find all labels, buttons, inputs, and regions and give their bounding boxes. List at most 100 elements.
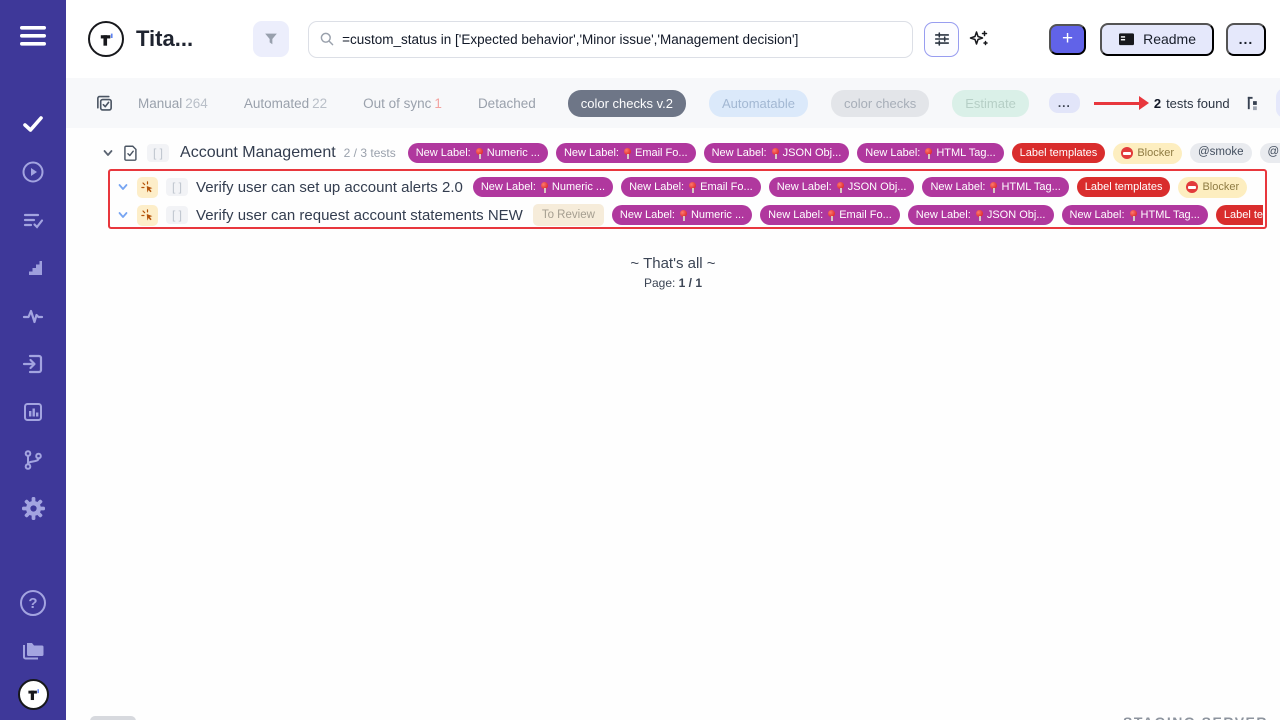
status-badge[interactable]: To Review	[533, 204, 604, 226]
chart-icon[interactable]	[13, 392, 53, 432]
label-badge[interactable]: Label templates	[1077, 177, 1171, 197]
search-icon	[319, 31, 335, 47]
ai-sparkles-button[interactable]	[964, 22, 994, 57]
page-indicator: Page: 1 / 1	[66, 276, 1280, 290]
label-badge[interactable]: New Label:HTML Tag...	[857, 143, 1003, 163]
chevron-down-icon[interactable]	[102, 147, 114, 159]
tag-badge[interactable]: @localisation	[1260, 143, 1280, 164]
label-badge[interactable]: New Label:HTML Tag...	[922, 177, 1068, 197]
test-list: [ ] Account Management 2 / 3 tests New L…	[66, 128, 1280, 720]
suite-meta: 2 / 3 tests	[344, 146, 396, 160]
pin-icon	[827, 210, 835, 221]
interactive-test-icon	[137, 177, 158, 198]
label-badge[interactable]: Blocker	[1113, 143, 1182, 164]
tab-manual[interactable]: Manual264	[138, 96, 208, 111]
suite-title[interactable]: Account Management	[180, 144, 336, 162]
help-icon[interactable]: ?	[13, 583, 53, 623]
tab-automated[interactable]: Automated22	[244, 96, 327, 111]
pin-icon	[924, 148, 932, 159]
results-count: 2tests found	[1154, 96, 1230, 111]
book-icon	[1118, 32, 1135, 47]
label-badge[interactable]: New Label:HTML Tag...	[1062, 205, 1208, 225]
label-badge[interactable]: New Label:Email Fo...	[556, 143, 696, 163]
thats-all-text: ~ That's all ~	[66, 255, 1280, 272]
test-row[interactable]: [ ] Verify user can set up account alert…	[117, 174, 1263, 200]
download-button[interactable]	[1276, 88, 1280, 118]
sliders-icon	[933, 30, 951, 48]
pin-icon	[623, 148, 631, 159]
chip-color-checks[interactable]: color checks	[831, 90, 929, 117]
horizontal-scrollbar-thumb[interactable]	[90, 716, 136, 720]
hamburger-icon[interactable]	[13, 16, 53, 56]
pin-icon	[540, 182, 548, 193]
play-circle-icon[interactable]	[13, 152, 53, 192]
sidebar-bottom: ?	[13, 583, 53, 710]
test-title[interactable]: Verify user can set up account alerts 2.…	[196, 179, 463, 196]
view-tabs: Manual264 Automated22 Out of sync1 Detac…	[138, 96, 536, 111]
highlight-annotation-box: [ ] Verify user can set up account alert…	[108, 169, 1267, 229]
tests-check-icon[interactable]	[13, 104, 53, 144]
no-entry-icon	[1121, 147, 1133, 159]
sidebar: ?	[0, 0, 66, 720]
filter-button[interactable]	[253, 21, 289, 57]
tab-detached[interactable]: Detached	[478, 96, 536, 111]
interactive-test-icon	[137, 205, 158, 226]
label-badge[interactable]: New Label:JSON Obj...	[769, 177, 915, 197]
pin-icon	[836, 182, 844, 193]
logo-icon[interactable]	[18, 679, 49, 710]
topbar: Tita... + Readme	[66, 0, 1280, 78]
branch-icon[interactable]	[13, 440, 53, 480]
label-badge[interactable]: New Label:JSON Obj...	[908, 205, 1054, 225]
staging-watermark: STAGING SERVER	[1123, 714, 1268, 720]
pin-icon	[475, 148, 483, 159]
label-badge[interactable]: New Label:JSON Obj...	[704, 143, 850, 163]
pin-icon	[989, 182, 997, 193]
label-badge[interactable]: Label templates	[1216, 205, 1263, 225]
app-window: ? Tita...	[0, 0, 1280, 720]
label-badge[interactable]: New Label:Email Fo...	[621, 177, 761, 197]
stairs-icon[interactable]	[13, 248, 53, 288]
label-badge[interactable]: Label templates	[1012, 143, 1106, 163]
header-more-button[interactable]: ...	[1226, 23, 1266, 56]
test-title[interactable]: Verify user can request account statemen…	[196, 207, 523, 224]
folder-icon[interactable]	[13, 631, 53, 671]
funnel-icon	[262, 30, 280, 48]
pin-icon	[771, 148, 779, 159]
search-input[interactable]	[342, 32, 902, 47]
search-box	[308, 21, 913, 58]
list-check-icon[interactable]	[13, 200, 53, 240]
label-badge[interactable]: New Label:Email Fo...	[760, 205, 900, 225]
label-badge[interactable]: Blocker	[1178, 177, 1247, 198]
advanced-filter-button[interactable]	[924, 22, 959, 57]
tab-out-of-sync[interactable]: Out of sync1	[363, 96, 442, 111]
label-badge[interactable]: New Label:Numeric ...	[612, 205, 752, 225]
pin-icon	[688, 182, 696, 193]
filter-chips: color checks v.2 Automatable color check…	[568, 90, 1029, 117]
filter-bar: Manual264 Automated22 Out of sync1 Detac…	[66, 78, 1280, 128]
pin-icon	[679, 210, 687, 221]
chip-estimate[interactable]: Estimate	[952, 90, 1029, 117]
label-badge[interactable]: New Label:Numeric ...	[408, 143, 548, 163]
chips-more-button[interactable]: ...	[1049, 93, 1080, 113]
test-marker: [ ]	[166, 178, 188, 196]
tag-badge[interactable]: @smoke	[1190, 143, 1252, 164]
select-all-icon[interactable]	[95, 94, 114, 113]
readme-button[interactable]: Readme	[1100, 23, 1214, 56]
activity-icon[interactable]	[13, 296, 53, 336]
add-button[interactable]: +	[1049, 24, 1086, 55]
import-icon[interactable]	[13, 344, 53, 384]
test-row[interactable]: [ ] Verify user can request account stat…	[117, 202, 1263, 228]
end-of-list-note: ~ That's all ~ Page: 1 / 1	[66, 255, 1280, 290]
test-marker: [ ]	[166, 206, 188, 224]
app-logo-icon[interactable]	[88, 21, 124, 57]
pin-icon	[1129, 210, 1137, 221]
chip-automatable[interactable]: Automatable	[709, 90, 808, 117]
sparkles-icon	[968, 28, 990, 50]
label-badge[interactable]: New Label:Numeric ...	[473, 177, 613, 197]
suite-row[interactable]: [ ] Account Management 2 / 3 tests New L…	[102, 139, 1280, 167]
chevron-down-icon[interactable]	[117, 209, 129, 221]
tree-view-icon[interactable]	[1242, 91, 1266, 115]
gear-icon[interactable]	[13, 488, 53, 528]
chip-color-checks-v2[interactable]: color checks v.2	[568, 90, 686, 117]
chevron-down-icon[interactable]	[117, 181, 129, 193]
